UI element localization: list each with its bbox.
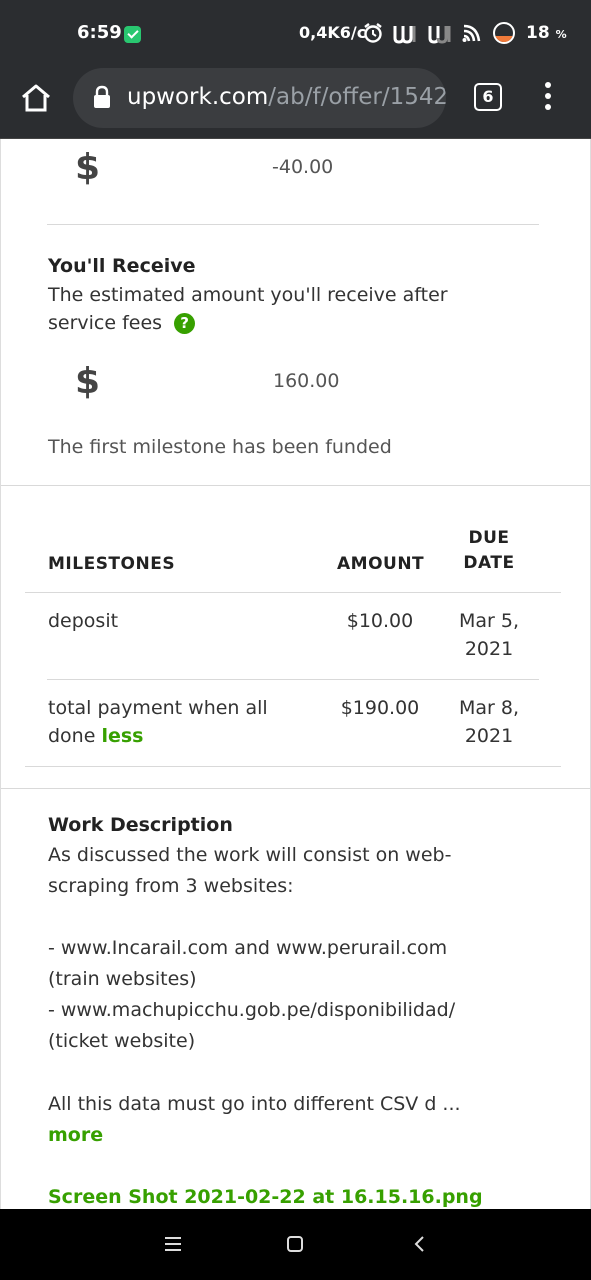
signal-2-icon <box>428 26 451 44</box>
service-fee-amount: -40.00 <box>272 156 334 178</box>
tab-switcher-button[interactable]: 6 <box>474 83 502 111</box>
url-path: /ab/f/offer/1542 <box>268 84 446 110</box>
due-date-header-line1: DUE <box>468 528 510 548</box>
home-icon[interactable] <box>20 82 52 114</box>
table-header-divider <box>25 592 561 593</box>
section-divider <box>1 485 590 486</box>
table-bottom-divider <box>25 766 561 767</box>
amount-header: AMOUNT <box>337 554 425 574</box>
milestone-row-1-amount: $10.00 <box>346 610 414 632</box>
battery-icon <box>493 22 515 44</box>
milestone-row-1-name: deposit <box>48 610 119 632</box>
receive-description-text: The estimated amount you'll receive afte… <box>48 284 448 334</box>
name-line1: total payment when all <box>48 697 268 719</box>
offer-page-content: $ -40.00 You'll Receive The estimated am… <box>0 139 591 1209</box>
work-description-line: (ticket website) <box>48 1030 196 1052</box>
due-line2: 2021 <box>464 638 514 660</box>
recents-icon[interactable] <box>164 1235 182 1253</box>
name-line2: done <box>48 725 96 747</box>
work-description-line: (train websites) <box>48 968 197 990</box>
divider <box>47 224 539 225</box>
system-nav-bar <box>0 1209 591 1280</box>
due-line1: Mar 8, <box>458 697 519 719</box>
help-icon[interactable]: ? <box>174 313 196 334</box>
milestone-row-2-due: Mar 8, 2021 <box>441 694 537 750</box>
work-description-line: - www.machupicchu.gob.pe/disponibilidad/ <box>48 999 456 1021</box>
address-bar[interactable]: upwork.com/ab/f/offer/1542 <box>73 68 446 128</box>
due-line2: 2021 <box>464 725 514 747</box>
receive-description: The estimated amount you'll receive afte… <box>48 281 518 337</box>
back-icon[interactable] <box>412 1235 426 1253</box>
signal-1-icon <box>393 26 416 44</box>
battery-percent: 18 <box>526 23 550 43</box>
battery-level: 18 % <box>526 23 567 43</box>
home-square-icon[interactable] <box>286 1235 304 1253</box>
work-description-heading: Work Description <box>48 814 233 836</box>
work-description-line: scraping from 3 websites: <box>48 875 294 897</box>
fee-currency-symbol: $ <box>75 147 101 188</box>
milestone-row-2-amount: $190.00 <box>340 697 420 719</box>
less-toggle[interactable]: less <box>101 725 143 747</box>
more-vert-icon[interactable] <box>542 82 554 114</box>
milestone-row-1-due: Mar 5, 2021 <box>441 607 537 663</box>
alarm-icon <box>364 23 382 43</box>
funded-note: The first milestone has been funded <box>48 436 392 458</box>
receive-amount: 160.00 <box>273 370 340 392</box>
network-speed: 0,4K6/c <box>299 23 367 42</box>
wifi-icon <box>462 24 481 42</box>
status-bar: 6:59 0,4K6/c 18 % <box>0 0 591 66</box>
due-line1: Mar 5, <box>458 610 519 632</box>
milestone-row-2-name: total payment when all done less <box>48 694 268 750</box>
attachment-link[interactable]: Screen Shot 2021-02-22 at 16.15.16.png <box>48 1186 483 1208</box>
url-host: upwork.com <box>127 84 269 110</box>
milestones-header: MILESTONES <box>48 554 176 574</box>
battery-unit: % <box>555 28 567 41</box>
clock: 6:59 <box>77 22 122 43</box>
work-description-line: All this data must go into different CSV… <box>48 1093 461 1115</box>
receive-heading: You'll Receive <box>48 255 196 277</box>
url-text: upwork.com/ab/f/offer/1542 <box>127 84 446 110</box>
work-description-line: - www.Incarail.com and www.perurail.com <box>48 937 448 959</box>
table-row-divider <box>47 679 539 680</box>
due-date-header-line2: DATE <box>463 553 515 573</box>
work-description-line: As discussed the work will consist on we… <box>48 844 452 866</box>
receive-currency-symbol: $ <box>75 361 101 402</box>
due-date-header: DUE DATE <box>441 528 537 573</box>
browser-toolbar: upwork.com/ab/f/offer/1542 6 <box>0 66 591 139</box>
more-link[interactable]: more <box>48 1124 103 1146</box>
section-divider <box>1 788 590 789</box>
lock-icon <box>94 85 110 108</box>
notification-app-icon <box>124 26 141 43</box>
